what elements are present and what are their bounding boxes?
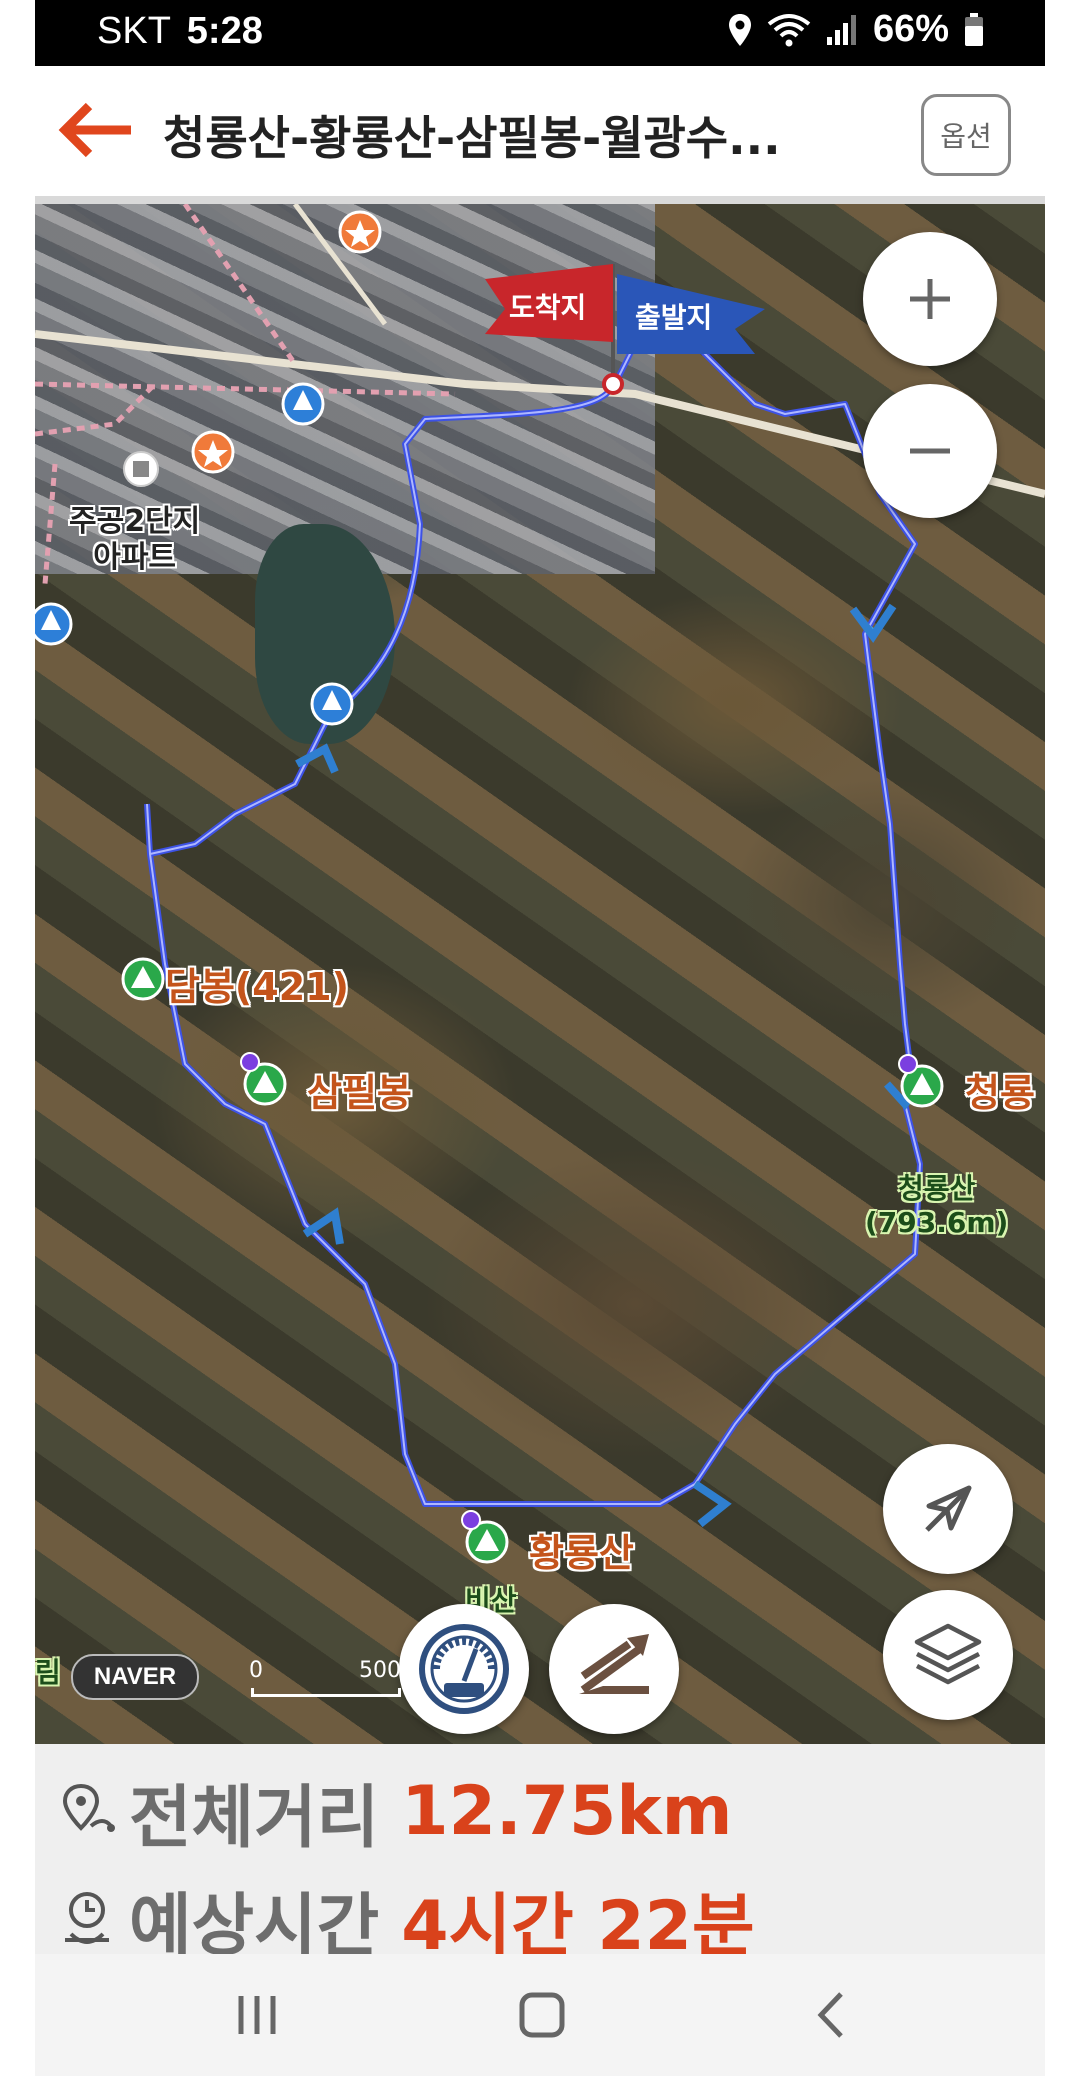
elevation-slope-icon xyxy=(579,1634,649,1694)
park-tree-icon xyxy=(281,382,325,426)
direction-arrow-icon xyxy=(692,1480,732,1528)
status-carrier-time: SKT 5:28 xyxy=(97,10,263,53)
map-edge-label: 림 xyxy=(35,1656,61,1689)
carrier-label: SKT xyxy=(97,10,171,52)
speed-gauge-button[interactable] xyxy=(399,1604,529,1734)
time-label: 5:28 xyxy=(186,10,263,52)
layers-icon xyxy=(914,1623,982,1685)
signal-icon xyxy=(826,14,856,45)
departure-flag-label: 출발지 xyxy=(635,301,713,334)
home-icon[interactable] xyxy=(517,1990,567,2040)
status-icons: 66% xyxy=(727,8,985,51)
recent-apps-icon[interactable] xyxy=(235,1990,281,2040)
scale-bar xyxy=(251,1688,401,1697)
app-frame: SKT 5:28 66% 청룡산-황룡산-삼필봉-월광수... 옵션 도착지 출… xyxy=(35,0,1045,2076)
map-layers-button[interactable] xyxy=(883,1590,1013,1720)
apartment-label-line1: 주공2단지 xyxy=(69,504,201,539)
waypoint-icon xyxy=(461,1510,481,1530)
battery-percent: 66% xyxy=(872,8,949,50)
local-road-4 xyxy=(42,463,58,585)
minus-icon xyxy=(910,448,950,454)
scale-end: 500 xyxy=(359,1658,401,1683)
building-icon xyxy=(123,451,159,487)
poi-star-icon xyxy=(191,430,235,474)
battery-icon xyxy=(965,12,983,46)
waypoint-icon xyxy=(240,1052,260,1072)
naver-logo: NAVER xyxy=(71,1654,199,1700)
distance-row: 전체거리 12.75km xyxy=(61,1762,732,1861)
apartment-label-line2: 아파트 xyxy=(93,540,177,575)
waypoint-icon xyxy=(898,1054,918,1074)
elevation-profile-button[interactable] xyxy=(549,1604,679,1734)
arrival-flag-label: 도착지 xyxy=(509,291,587,324)
park-tree-icon xyxy=(35,602,73,646)
peak-label-sampilbong: 삼필봉 xyxy=(307,1071,412,1115)
cheongryongsan-height: (793.6m) xyxy=(865,1206,1009,1239)
back-arrow-icon[interactable] xyxy=(55,100,135,160)
back-icon[interactable] xyxy=(811,1990,851,2040)
zoom-out-button[interactable] xyxy=(863,384,997,518)
map-view[interactable]: 도착지 출발지 주공2단지 아파트 담봉(421) 삼필봉 황룡산 청룡 청룡산… xyxy=(35,204,1045,1744)
local-road-2 xyxy=(182,204,298,366)
local-road xyxy=(35,381,456,397)
mountain-peak-icon xyxy=(121,957,165,1001)
options-button[interactable]: 옵션 xyxy=(921,94,1011,176)
time-clock-icon xyxy=(65,1891,109,1944)
peak-label-hwangryongsan: 황룡산 xyxy=(529,1531,634,1575)
distance-label: 전체거리 xyxy=(129,1779,380,1858)
route-path xyxy=(144,301,923,1507)
peak-label-cheongryongsan: 청룡산 (793.6m) xyxy=(865,1172,1008,1240)
poi-star-icon xyxy=(338,210,382,254)
location-off-icon xyxy=(925,1485,972,1532)
apartment-label: 주공2단지 아파트 xyxy=(69,504,200,576)
wifi-icon xyxy=(767,13,811,46)
speedometer-icon xyxy=(419,1624,509,1714)
top-app-bar: 청룡산-황룡산-삼필봉-월광수... 옵션 xyxy=(35,66,1045,204)
location-tracking-button[interactable] xyxy=(883,1444,1013,1574)
start-point-marker xyxy=(602,373,624,395)
peak-label-dambong: 담봉(421) xyxy=(165,965,349,1009)
scale-start: 0 xyxy=(249,1658,263,1683)
plus-icon xyxy=(910,279,950,319)
map-scale: 0 500 xyxy=(249,1658,401,1698)
park-tree-icon xyxy=(310,682,354,726)
system-navigation-bar xyxy=(35,1954,1045,2076)
route-title: 청룡산-황룡산-삼필봉-월광수... xyxy=(163,111,781,165)
local-road-3 xyxy=(35,382,157,437)
zoom-in-button[interactable] xyxy=(863,232,997,366)
distance-pin-icon xyxy=(62,1783,115,1832)
status-bar: SKT 5:28 66% xyxy=(35,0,1045,66)
route-summary-panel: 전체거리 12.75km 예상시간 4시간 22분 xyxy=(35,1744,1045,1966)
peak-label-cheongryong: 청룡 xyxy=(965,1071,1035,1115)
location-icon xyxy=(728,13,751,46)
cheongryongsan-name: 청룡산 xyxy=(898,1172,976,1205)
distance-value: 12.75km xyxy=(401,1772,733,1851)
